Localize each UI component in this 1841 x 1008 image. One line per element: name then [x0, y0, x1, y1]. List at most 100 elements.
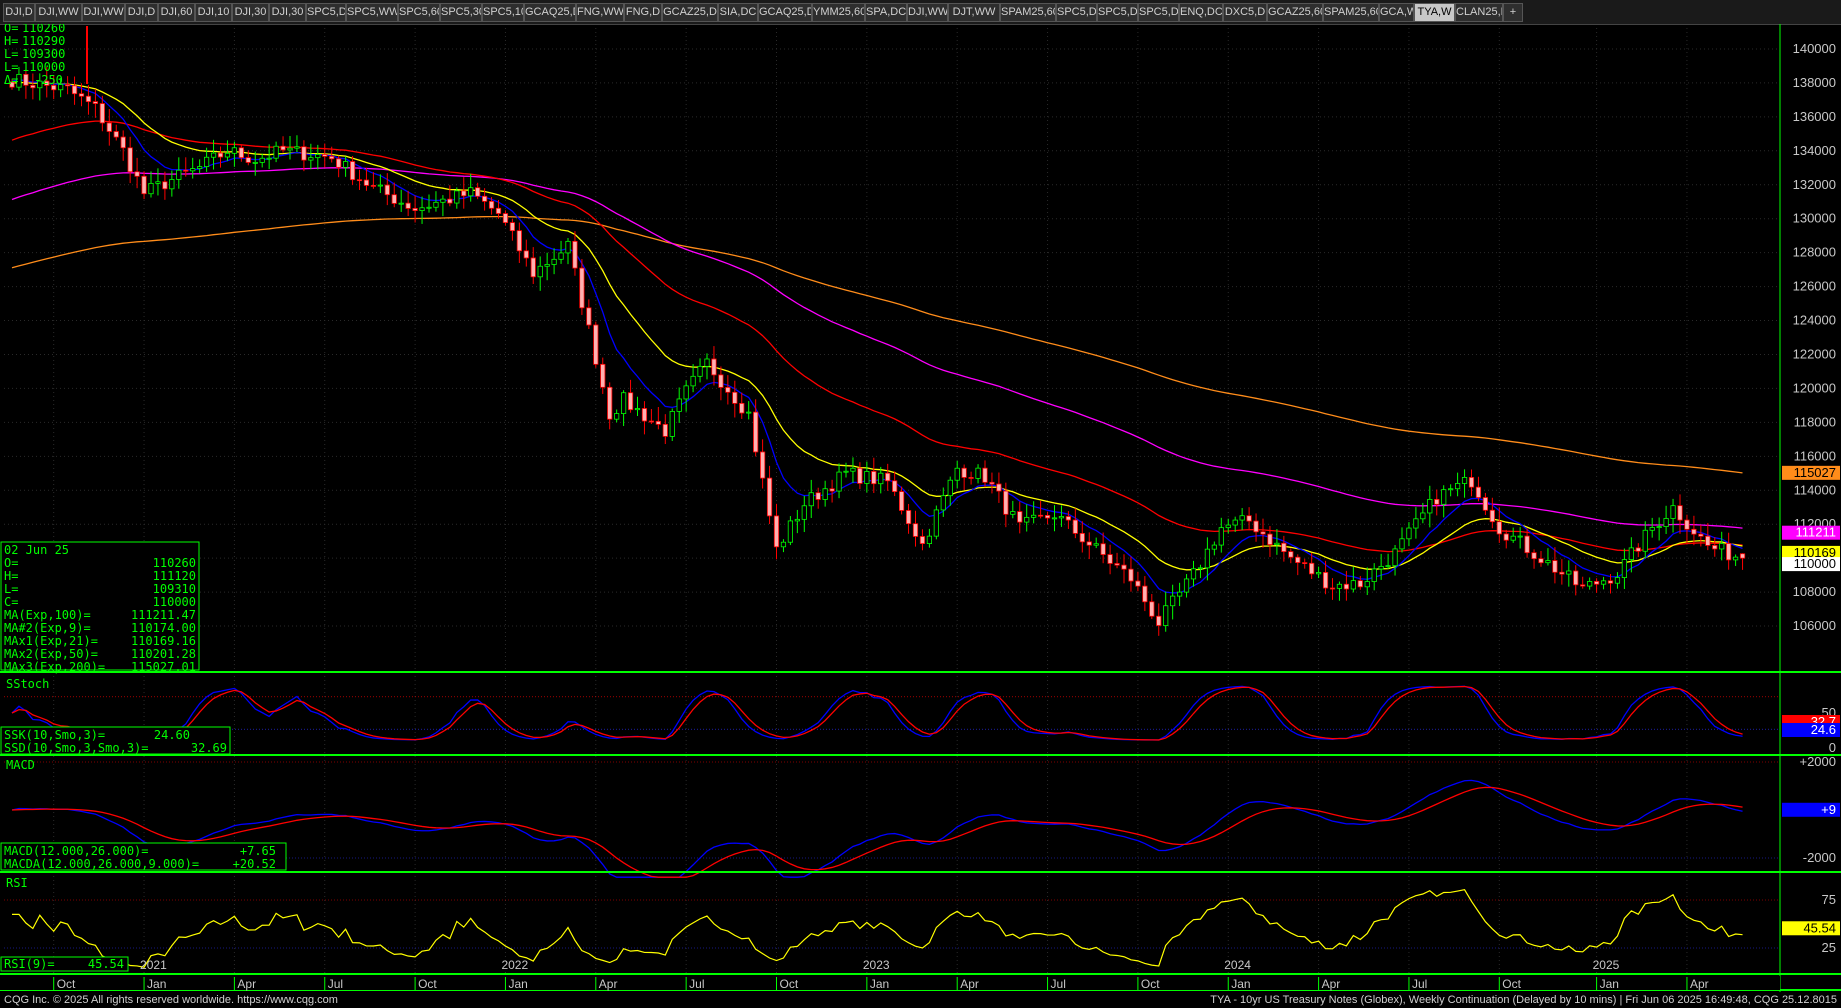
chart-tab[interactable]: SPC5,D [1056, 3, 1097, 22]
price-flag: 115027 [1794, 465, 1836, 480]
svg-text:SSK(10,Smo,3)=24.60: SSK(10,Smo,3)= 24.60 [4, 728, 190, 742]
candle-body [1594, 581, 1600, 585]
candle [850, 457, 856, 483]
candle-body [1600, 580, 1607, 585]
chart-tab[interactable]: GCAQ25,D [758, 3, 812, 22]
chart-tab[interactable]: GCAZ25,60 [1267, 3, 1323, 22]
chart-tab[interactable]: YMM25,60 [812, 3, 865, 22]
chart-tab[interactable]: SPC5,60 [398, 3, 440, 22]
ohlc-header: O= 110260 H= 110290 L= 109300 L= 110000 Δ= -2… [4, 24, 65, 87]
candle-body [1329, 587, 1336, 590]
chart-tab[interactable]: ENQ,DC [1179, 3, 1223, 22]
candle [349, 156, 356, 185]
chart-tab[interactable]: FNG,D [624, 3, 662, 22]
candle [127, 136, 133, 184]
candle-body [885, 472, 891, 482]
candle-body [1309, 562, 1315, 575]
candle-body [1566, 570, 1572, 575]
chart-tab[interactable]: GCAZ25,D [662, 3, 718, 22]
candle-body [718, 374, 724, 388]
chart-tab[interactable]: SPC5,WW [346, 3, 398, 22]
candle [1545, 548, 1551, 566]
candle-body [1017, 511, 1023, 523]
candle-body [794, 518, 800, 522]
chart-tab[interactable]: DJI,WW [82, 3, 125, 22]
candle-body [1461, 476, 1468, 484]
candle [760, 439, 766, 489]
chart-tab[interactable]: DJT,WW [948, 3, 1000, 22]
candle-body [871, 471, 877, 485]
candle [1517, 527, 1523, 549]
candle-body [822, 488, 828, 500]
chart-tab[interactable]: SPA,DC [865, 3, 907, 22]
chart-tab[interactable]: DJI,30 [232, 3, 269, 22]
chart-tab[interactable]: GCAQ25,D [524, 3, 576, 22]
chart-tab[interactable]: DJI,60 [158, 3, 195, 22]
ssk-flag: 24.6 [1811, 722, 1836, 737]
chart-tab[interactable]: SPC5,D [1097, 3, 1138, 22]
chart-tab[interactable]: DJI,D [125, 3, 158, 22]
price-tick-label: 136000 [1793, 109, 1836, 124]
candle-body [753, 411, 759, 453]
candle-body [1038, 514, 1044, 517]
candle-body [683, 385, 689, 400]
chart-tab[interactable]: SIA,DC [718, 3, 758, 22]
candle-body [481, 195, 488, 202]
candle [690, 364, 696, 393]
candle-body [23, 73, 29, 86]
candle [718, 366, 724, 401]
candle-body [1357, 580, 1363, 588]
chart-tab[interactable]: + [1503, 3, 1523, 22]
candle-body [1121, 564, 1127, 570]
chart-tab[interactable]: DJI,WW [35, 3, 82, 22]
candle-body [634, 408, 641, 411]
candle-body [1719, 543, 1725, 550]
candle-body [1475, 486, 1482, 498]
candle-body [1656, 526, 1662, 528]
candle-body [1712, 545, 1718, 550]
candle-body [1024, 516, 1030, 523]
candle-body [301, 146, 307, 161]
candle [447, 185, 453, 207]
candle-body [1614, 577, 1621, 584]
chart-tab[interactable]: DJI,30 [269, 3, 306, 22]
candle-body [78, 93, 85, 97]
candle [662, 414, 668, 445]
candle-body [203, 156, 210, 168]
chart-tab[interactable]: CLAN25,D [1455, 3, 1503, 22]
chart-tab[interactable]: SPC5,10 [482, 3, 524, 22]
chart-tab[interactable]: SPC5,D [306, 3, 346, 22]
candle [1058, 505, 1065, 527]
candle [1038, 500, 1044, 519]
candle-body [1204, 548, 1210, 569]
macd-title: MACD [6, 758, 35, 772]
candle-body [1684, 519, 1690, 530]
candle [266, 144, 272, 170]
chart-tab[interactable]: TYA,W [1414, 3, 1455, 22]
chart-tab[interactable]: SPC5,30 [440, 3, 482, 22]
candle [864, 461, 870, 493]
candle-body [989, 481, 995, 485]
chart-tab[interactable]: SPC5,D [1138, 3, 1179, 22]
chart-tab[interactable]: SPAM25,60 [1323, 3, 1379, 22]
candle-body [1142, 585, 1148, 603]
chart-tab[interactable]: SPAM25,60 [1000, 3, 1056, 22]
chart-tab[interactable]: DJI,10 [195, 3, 232, 22]
chart-tab[interactable]: GCA,W [1379, 3, 1414, 22]
rsi-flag: 45.54 [1803, 920, 1836, 935]
candlestick-series [9, 66, 1746, 636]
chart-tab[interactable]: DXC5,D [1223, 3, 1267, 22]
candle-body [912, 523, 919, 537]
candle [516, 222, 522, 263]
candle-body [648, 420, 655, 423]
chart-tab[interactable]: DJI,WW [907, 3, 948, 22]
candle-body [509, 222, 516, 232]
candle-body [99, 103, 105, 124]
chart-tab[interactable]: DJI,D [3, 3, 35, 22]
info-value: 115027.01 [131, 660, 196, 674]
info-label: MAx2(Exp,50)= [4, 647, 98, 661]
chart-tab[interactable]: FNG,WW [576, 3, 624, 22]
candle-body [579, 267, 585, 309]
candle [766, 465, 773, 524]
chart-canvas[interactable]: 140000 138000 136000 134000 132000 130000 1280… [0, 24, 1841, 992]
